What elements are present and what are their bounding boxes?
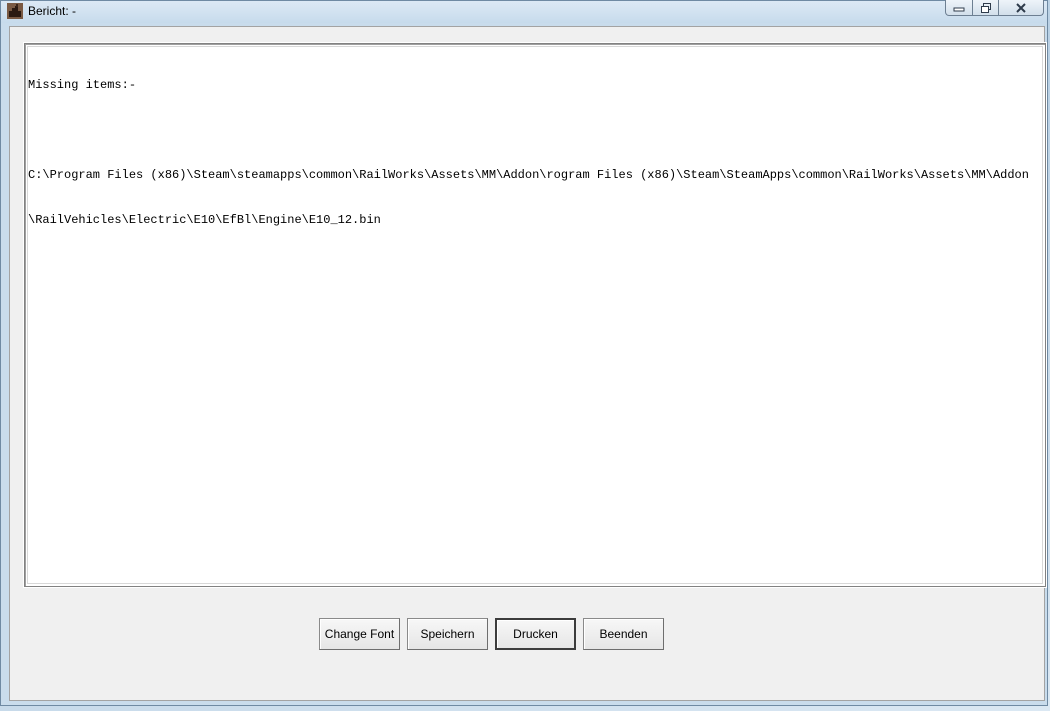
report-window: Bericht: - Missing items:- ​ C:\Program … xyxy=(0,0,1048,706)
minimize-icon xyxy=(953,4,965,12)
change-font-button[interactable]: Change Font xyxy=(319,618,400,650)
exit-button[interactable]: Beenden xyxy=(583,618,664,650)
close-button[interactable] xyxy=(998,0,1044,16)
report-line: ​ xyxy=(28,123,1029,138)
report-line: Missing items:- xyxy=(28,78,137,92)
report-line: \RailVehicles\Electric\E10\EfBl\Engine\E… xyxy=(28,213,381,227)
maximize-icon xyxy=(980,2,992,13)
title-bar[interactable]: Bericht: - xyxy=(1,0,1047,23)
minimize-button[interactable] xyxy=(945,0,973,16)
client-area: Missing items:- ​ C:\Program Files (x86)… xyxy=(9,26,1046,701)
button-row: Change Font Speichern Drucken Beenden xyxy=(10,618,1044,652)
report-text-area[interactable]: Missing items:- ​ C:\Program Files (x86)… xyxy=(24,43,1046,587)
report-line: C:\Program Files (x86)\Steam\steamapps\c… xyxy=(28,168,1029,182)
window-title: Bericht: - xyxy=(28,4,77,18)
app-icon[interactable] xyxy=(7,3,23,19)
report-content: Missing items:- ​ C:\Program Files (x86)… xyxy=(28,48,1029,258)
print-button[interactable]: Drucken xyxy=(495,618,576,650)
maximize-button[interactable] xyxy=(972,0,999,16)
close-icon xyxy=(1015,2,1027,13)
save-button[interactable]: Speichern xyxy=(407,618,488,650)
